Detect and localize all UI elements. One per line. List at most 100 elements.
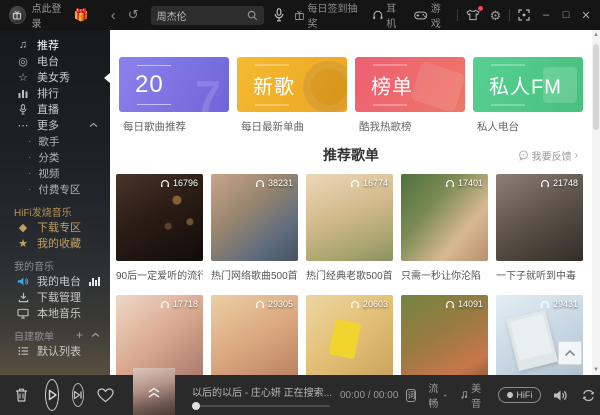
playlist-title[interactable]: 热门网络歌曲500首 [211, 267, 298, 282]
login-link[interactable]: 点此登录 [32, 0, 68, 30]
playlist-cover[interactable]: 14091 [401, 295, 488, 375]
sidebar-item-my-radio[interactable]: 我的电台 [0, 273, 110, 289]
game-icon [414, 10, 427, 21]
playlist-title[interactable]: 90后一定爱听的流行歌 [116, 267, 203, 282]
sound-effect-button[interactable]: 美音 [461, 380, 484, 410]
sidebar-item-local-music[interactable]: 本地音乐 [0, 305, 110, 321]
banner-new-songs[interactable]: 新歌 [237, 57, 347, 112]
play-button[interactable] [45, 379, 59, 411]
progress-bar[interactable] [192, 405, 330, 407]
collapse-chevron-icon[interactable] [91, 332, 100, 338]
banner-charts[interactable]: 榜单 [355, 57, 465, 112]
sidebar-item-download-zone[interactable]: ◆ 下载专区 [0, 219, 110, 235]
playlist-card[interactable]: 17401 只需一秒让你沦陷 [401, 174, 488, 282]
banner-caption[interactable]: 酷我热歌榜 [355, 119, 465, 134]
scroll-up-arrow[interactable]: ▲ [592, 30, 600, 40]
playlist-card[interactable]: 14091 [401, 295, 488, 375]
playlist-cover[interactable]: 17718 [116, 295, 203, 375]
user-avatar[interactable] [9, 6, 26, 24]
playlist-card[interactable]: 21748 一下子就听到中毒 [496, 174, 583, 282]
playlist-card[interactable]: 16774 热门经典老歌500首 [306, 174, 393, 282]
favorite-heart-icon[interactable] [97, 388, 114, 403]
speaker-blue-icon [16, 276, 30, 287]
hifi-toggle-button[interactable]: HiFi [498, 387, 541, 403]
playlist-cover[interactable]: 16796 [116, 174, 203, 261]
skin-icon[interactable] [466, 9, 480, 21]
lyrics-toggle-button[interactable]: 词 [406, 389, 416, 402]
playlist-cover[interactable]: 38231 [211, 174, 298, 261]
my-music-section-header: 我的音乐 [0, 257, 110, 273]
sidebar-subitem-singers[interactable]: · 歌手 [0, 133, 110, 149]
banner-headline: 私人FM [489, 70, 562, 99]
voice-search-icon[interactable] [274, 8, 284, 22]
next-track-button[interactable] [72, 383, 84, 407]
playlist-list-icon [16, 346, 30, 356]
minimize-button[interactable]: – [536, 9, 556, 21]
sidebar-item-more[interactable]: ⋯ 更多 [0, 117, 110, 133]
vertical-scrollbar[interactable]: ▲ ▼ [592, 30, 600, 375]
banner-watermark [303, 61, 347, 112]
quality-label: 流畅 [428, 380, 441, 410]
refresh-icon[interactable]: ↺ [128, 7, 139, 23]
playlist-title[interactable]: 热门经典老歌500首 [306, 267, 393, 282]
banner-personal-fm[interactable]: 私人FM [473, 57, 583, 112]
listen-count-icon [540, 300, 550, 309]
sidebar-subitem-categories[interactable]: · 分类 [0, 149, 110, 165]
playlist-cover[interactable]: 16774 [306, 174, 393, 261]
search-box[interactable] [151, 6, 264, 25]
star-outline-icon: ☆ [16, 71, 30, 84]
maximize-button[interactable]: □ [556, 9, 576, 21]
playlist-card[interactable]: 17718 [116, 295, 203, 375]
album-art-thumbnail[interactable] [133, 368, 175, 415]
sidebar-item-live[interactable]: 直播 [0, 101, 110, 117]
sidebar-item-download-manager[interactable]: 下载管理 [0, 289, 110, 305]
sidebar-item-my-favorites[interactable]: ★ 我的收藏 [0, 235, 110, 251]
scroll-down-arrow[interactable]: ▼ [592, 365, 600, 375]
sidebar-subitem-paid-zone[interactable]: · 付费专区 [0, 181, 110, 197]
listen-count-icon [350, 179, 360, 188]
sidebar: ♫ 推荐 ◎ 电台 ☆ 美女秀 排行 直播 ⋯ 更多 [0, 30, 110, 375]
progress-knob[interactable] [192, 402, 200, 410]
chevron-up-icon[interactable] [89, 119, 98, 131]
playlist-title[interactable]: 一下子就听到中毒 [496, 267, 583, 282]
playlist-card[interactable]: 16796 90后一定爱听的流行歌 [116, 174, 203, 282]
settings-gear-icon[interactable]: ⚙ [490, 9, 502, 22]
volume-icon[interactable] [553, 389, 568, 402]
playlist-cover[interactable]: 29305 [211, 295, 298, 375]
trash-icon[interactable] [14, 387, 29, 403]
gift-icon[interactable]: 🎁 [74, 8, 89, 22]
sidebar-item-beauty-show[interactable]: ☆ 美女秀 [0, 69, 110, 85]
banner-caption[interactable]: 私人电台 [473, 119, 583, 134]
sidebar-item-radio[interactable]: ◎ 电台 [0, 53, 110, 69]
repeat-mode-icon[interactable] [581, 389, 596, 402]
headphone-mode[interactable]: 耳机 [372, 0, 405, 30]
search-icon[interactable] [247, 10, 258, 21]
playlist-cover[interactable]: 20603 [306, 295, 393, 375]
playlist-card[interactable]: 20603 [306, 295, 393, 375]
back-icon[interactable]: ‹ [111, 8, 116, 23]
banner-caption[interactable]: 每日歌曲推荐 [119, 119, 229, 134]
playlist-cover[interactable]: 17401 [401, 174, 488, 261]
song-title[interactable]: 以后的以后 - 庄心妍 正在搜索... [192, 384, 332, 399]
sidebar-item-ranking[interactable]: 排行 [0, 85, 110, 101]
quality-selector[interactable]: 流畅 [428, 380, 447, 410]
playlist-card[interactable]: 38231 热门网络歌曲500首 [211, 174, 298, 282]
sidebar-item-default-playlist[interactable]: 默认列表 [0, 343, 110, 359]
mini-mode-icon[interactable] [518, 9, 530, 21]
sidebar-subitem-videos[interactable]: · 视频 [0, 165, 110, 181]
daily-signin[interactable]: 每日签到抽奖 [294, 0, 362, 30]
game-center[interactable]: 游戏 [414, 0, 448, 30]
listen-count-icon [540, 179, 550, 188]
playlist-title[interactable]: 只需一秒让你沦陷 [401, 267, 488, 282]
search-input[interactable] [157, 10, 247, 21]
banner-daily-recommend[interactable]: 7 20 [119, 57, 229, 112]
sidebar-item-recommend[interactable]: ♫ 推荐 [0, 37, 110, 53]
close-button[interactable]: ✕ [576, 9, 596, 22]
add-playlist-icon[interactable]: + [76, 329, 83, 341]
back-to-top-button[interactable] [558, 341, 582, 365]
banner-caption[interactable]: 每日最新单曲 [237, 119, 347, 134]
scrollbar-thumb[interactable] [593, 44, 599, 130]
playlist-cover[interactable]: 21748 [496, 174, 583, 261]
feedback-link[interactable]: 我要反馈 › [518, 148, 578, 163]
playlist-card[interactable]: 29305 [211, 295, 298, 375]
